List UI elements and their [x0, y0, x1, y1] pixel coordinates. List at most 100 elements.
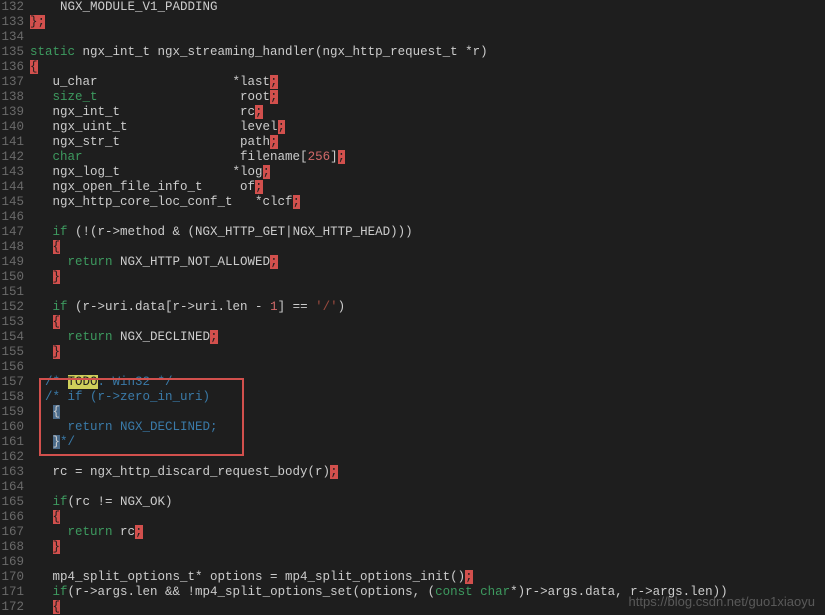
code-line[interactable]: {: [30, 60, 825, 75]
line-number: 147: [0, 225, 24, 240]
line-number: 165: [0, 495, 24, 510]
token-hl: ;: [135, 525, 143, 539]
code-line[interactable]: [30, 210, 825, 225]
code-line[interactable]: [30, 555, 825, 570]
token-kw: static: [30, 45, 75, 59]
token-plain: [30, 540, 53, 554]
token-kw: char: [30, 150, 83, 164]
code-line[interactable]: return NGX_DECLINED;: [30, 420, 825, 435]
token-hl: ;: [270, 255, 278, 269]
token-plain: [30, 300, 53, 314]
line-number: 170: [0, 570, 24, 585]
line-number: 138: [0, 90, 24, 105]
token-plain: (rc != NGX_OK): [68, 495, 173, 509]
code-line[interactable]: return rc;: [30, 525, 825, 540]
line-number: 164: [0, 480, 24, 495]
code-line[interactable]: char filename[256];: [30, 150, 825, 165]
line-number: 150: [0, 270, 24, 285]
token-plain: [30, 345, 53, 359]
code-line[interactable]: return NGX_HTTP_NOT_ALLOWED;: [30, 255, 825, 270]
token-kw: char: [480, 585, 510, 599]
code-line[interactable]: static ngx_int_t ngx_streaming_handler(n…: [30, 45, 825, 60]
token-plain: [30, 375, 45, 389]
code-line[interactable]: if (r->uri.data[r->uri.len - 1] == '/'): [30, 300, 825, 315]
line-number: 166: [0, 510, 24, 525]
token-plain: [30, 600, 53, 614]
code-line[interactable]: {: [30, 405, 825, 420]
line-number: 135: [0, 45, 24, 60]
code-line[interactable]: [30, 480, 825, 495]
token-plain: [30, 315, 53, 329]
token-hl: ;: [330, 465, 338, 479]
code-line[interactable]: }: [30, 270, 825, 285]
code-line[interactable]: {: [30, 315, 825, 330]
code-line[interactable]: {: [30, 240, 825, 255]
code-line[interactable]: ngx_open_file_info_t of;: [30, 180, 825, 195]
line-number: 132: [0, 0, 24, 15]
code-line[interactable]: u_char *last;: [30, 75, 825, 90]
code-line[interactable]: rc = ngx_http_discard_request_body(r);: [30, 465, 825, 480]
code-line[interactable]: {: [30, 510, 825, 525]
token-str: '/': [315, 300, 338, 314]
token-plain: root: [98, 90, 271, 104]
token-kw: if: [53, 300, 68, 314]
token-cursor: {: [53, 405, 61, 419]
token-kw: if: [53, 495, 68, 509]
code-line[interactable]: }: [30, 345, 825, 360]
code-line[interactable]: ngx_str_t path;: [30, 135, 825, 150]
token-plain: (r->uri.data[r->uri.len -: [68, 300, 271, 314]
code-editor[interactable]: 1321331341351361371381391401411421431441…: [0, 0, 825, 614]
token-cursor: }: [53, 435, 61, 449]
line-number: 143: [0, 165, 24, 180]
token-cmt: /* if (r->zero_in_uri): [45, 390, 210, 404]
code-line[interactable]: if (!(r->method & (NGX_HTTP_GET|NGX_HTTP…: [30, 225, 825, 240]
token-plain: NGX_DECLINED: [113, 330, 211, 344]
code-line[interactable]: }: [30, 540, 825, 555]
code-line[interactable]: ngx_int_t rc;: [30, 105, 825, 120]
token-plain: [30, 270, 53, 284]
token-plain: [30, 405, 53, 419]
token-hl: ;: [263, 165, 271, 179]
code-line[interactable]: ngx_uint_t level;: [30, 120, 825, 135]
code-line[interactable]: size_t root;: [30, 90, 825, 105]
code-line[interactable]: ngx_http_core_loc_conf_t *clcf;: [30, 195, 825, 210]
line-number: 139: [0, 105, 24, 120]
code-line[interactable]: ngx_log_t *log;: [30, 165, 825, 180]
token-plain: [30, 510, 53, 524]
line-number: 133: [0, 15, 24, 30]
token-plain: ): [338, 300, 346, 314]
token-plain: (!(r->method & (NGX_HTTP_GET|NGX_HTTP_HE…: [68, 225, 413, 239]
code-line[interactable]: mp4_split_options_t* options = mp4_split…: [30, 570, 825, 585]
code-line[interactable]: [30, 285, 825, 300]
line-number: 144: [0, 180, 24, 195]
line-number: 134: [0, 30, 24, 45]
token-plain: [30, 525, 68, 539]
code-line[interactable]: /* if (r->zero_in_uri): [30, 390, 825, 405]
token-plain: [30, 585, 53, 599]
code-line[interactable]: if(rc != NGX_OK): [30, 495, 825, 510]
token-plain: [30, 420, 68, 434]
token-hl: ;: [38, 15, 46, 29]
token-plain: rc = ngx_http_discard_request_body(r): [30, 465, 330, 479]
token-cmt: /*: [45, 375, 68, 389]
token-plain: (r->args.len && !mp4_split_options_set(o…: [68, 585, 436, 599]
token-hl: }: [53, 540, 61, 554]
code-area[interactable]: NGX_MODULE_V1_PADDING}; static ngx_int_t …: [30, 0, 825, 614]
token-plain: ngx_log_t *log: [30, 165, 263, 179]
code-line[interactable]: [30, 360, 825, 375]
code-line[interactable]: };: [30, 15, 825, 30]
code-line[interactable]: /* TODO: Win32 */: [30, 375, 825, 390]
code-line[interactable]: [30, 30, 825, 45]
token-num: 1: [270, 300, 278, 314]
line-number: 159: [0, 405, 24, 420]
line-number: 142: [0, 150, 24, 165]
token-plain: [30, 495, 53, 509]
code-line[interactable]: }*/: [30, 435, 825, 450]
line-number: 171: [0, 585, 24, 600]
token-plain: [30, 390, 45, 404]
code-line[interactable]: [30, 450, 825, 465]
code-line[interactable]: return NGX_DECLINED;: [30, 330, 825, 345]
line-number: 167: [0, 525, 24, 540]
code-line[interactable]: NGX_MODULE_V1_PADDING: [30, 0, 825, 15]
token-plain: ngx_str_t path: [30, 135, 270, 149]
